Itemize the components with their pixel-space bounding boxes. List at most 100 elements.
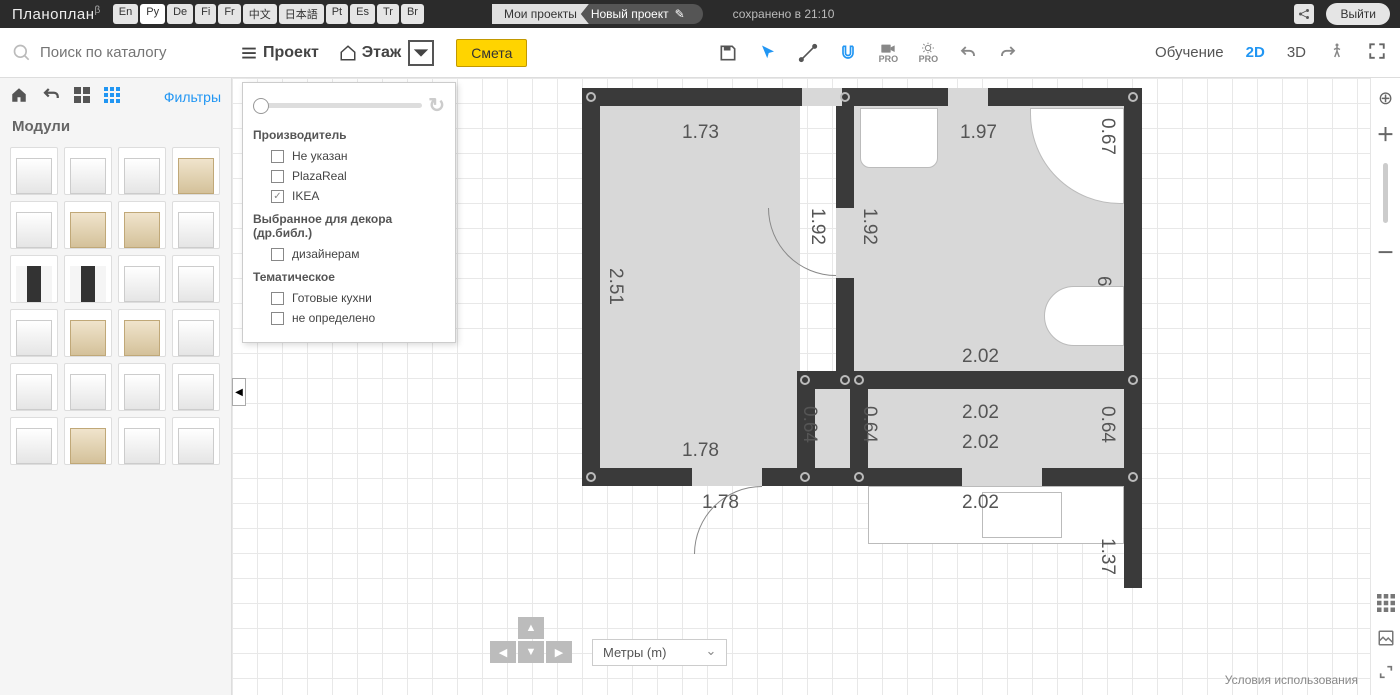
module-thumb[interactable] <box>64 417 112 465</box>
breadcrumb-projects[interactable]: Мои проекты <box>492 4 589 24</box>
module-thumb[interactable] <box>64 147 112 195</box>
project-menu[interactable]: Проект <box>230 44 329 62</box>
dim-label: 1.97 <box>960 122 997 144</box>
lang-fr[interactable]: Fr <box>218 4 240 24</box>
module-thumb[interactable] <box>64 309 112 357</box>
module-thumb[interactable] <box>10 417 58 465</box>
sidebar: Фильтры Модули <box>0 78 232 695</box>
training-link[interactable]: Обучение <box>1155 44 1224 61</box>
module-thumb[interactable] <box>10 309 58 357</box>
module-thumb[interactable] <box>172 417 220 465</box>
lang-fi[interactable]: Fi <box>195 4 216 24</box>
lang-br[interactable]: Br <box>401 4 424 24</box>
lang-ja[interactable]: 日本語 <box>279 4 324 24</box>
nav-up[interactable]: ▲ <box>518 617 544 639</box>
lang-es[interactable]: Es <box>350 4 375 24</box>
lang-zh[interactable]: 中文 <box>243 4 277 24</box>
module-thumb[interactable] <box>118 255 166 303</box>
filter-slider[interactable] <box>253 103 422 108</box>
lang-en[interactable]: En <box>113 4 138 24</box>
filter-check-unspecified[interactable]: Не указан <box>253 146 445 166</box>
estimate-button[interactable]: Смета <box>456 39 527 67</box>
module-thumb[interactable] <box>64 201 112 249</box>
filter-check-kitchens[interactable]: Готовые кухни <box>253 288 445 308</box>
image-icon[interactable] <box>1377 629 1395 652</box>
nav-left[interactable]: ◀ <box>490 641 516 663</box>
module-thumb[interactable] <box>118 363 166 411</box>
wall-tool-icon[interactable] <box>797 42 819 64</box>
grid-small-icon[interactable] <box>104 87 120 108</box>
canvas[interactable]: ↻ Производитель Не указан PlazaReal ✓IKE… <box>232 78 1400 695</box>
zoom-in-icon[interactable]: ＋ <box>1377 121 1395 147</box>
back-icon[interactable] <box>42 86 60 109</box>
view-3d-button[interactable]: 3D <box>1287 44 1306 61</box>
light-pro-icon[interactable]: PRO <box>917 42 939 64</box>
module-thumb[interactable] <box>118 147 166 195</box>
main: Фильтры Модули <box>0 78 1400 695</box>
magnet-icon[interactable] <box>837 42 859 64</box>
logo: Планопланβ <box>0 5 113 23</box>
filter-check-plazareal[interactable]: PlazaReal <box>253 166 445 186</box>
zoom-out-icon[interactable]: － <box>1377 239 1395 265</box>
refresh-icon[interactable]: ↻ <box>428 93 445 118</box>
module-thumb[interactable] <box>118 309 166 357</box>
filter-section-decor: Выбранное для декора (др.библ.) <box>253 212 445 240</box>
lang-pt[interactable]: Pt <box>326 4 348 24</box>
panel-collapse-icon[interactable]: ◀ <box>232 378 246 406</box>
module-thumb[interactable] <box>10 363 58 411</box>
dim-label: 2.51 <box>604 268 626 305</box>
breadcrumb-current[interactable]: Новый проект✎ <box>581 4 703 24</box>
module-thumb[interactable] <box>64 255 112 303</box>
lang-de[interactable]: De <box>167 4 193 24</box>
terms-link[interactable]: Условия использования <box>1225 673 1358 687</box>
units-select[interactable]: Метры (m) <box>592 639 727 666</box>
module-thumb[interactable] <box>118 201 166 249</box>
camera-pro-icon[interactable]: PRO <box>877 42 899 64</box>
module-thumb[interactable] <box>172 255 220 303</box>
filter-check-designers[interactable]: дизайнерам <box>253 244 445 264</box>
filter-check-ikea[interactable]: ✓IKEA <box>253 186 445 206</box>
sink-fixture[interactable] <box>860 108 938 168</box>
pointer-tool-icon[interactable] <box>757 42 779 64</box>
module-thumb[interactable] <box>64 363 112 411</box>
module-thumb[interactable] <box>172 201 220 249</box>
pencil-icon[interactable]: ✎ <box>675 7 685 21</box>
save-icon[interactable] <box>717 42 739 64</box>
save-status: сохранено в 21:10 <box>733 7 835 21</box>
module-thumb[interactable] <box>172 363 220 411</box>
walk-icon[interactable] <box>1328 41 1346 65</box>
expand-icon[interactable] <box>1378 664 1394 685</box>
search-input[interactable] <box>40 44 210 61</box>
module-thumb[interactable] <box>172 147 220 195</box>
redo-icon[interactable] <box>997 42 1019 64</box>
exit-button[interactable]: Выйти <box>1326 3 1390 25</box>
floor-menu[interactable]: Этаж <box>329 40 444 66</box>
grid-view-icon[interactable] <box>1377 594 1395 617</box>
share-icon[interactable] <box>1294 4 1314 24</box>
breadcrumb: Мои проекты Новый проект✎ <box>492 4 703 24</box>
filter-check-undefined[interactable]: не определено <box>253 308 445 328</box>
module-thumb[interactable] <box>10 255 58 303</box>
nav-right[interactable]: ▶ <box>546 641 572 663</box>
home-icon[interactable] <box>10 86 28 109</box>
module-thumb[interactable] <box>118 417 166 465</box>
lang-tr[interactable]: Tr <box>377 4 399 24</box>
language-switcher: En Ру De Fi Fr 中文 日本語 Pt Es Tr Br <box>113 4 424 24</box>
dim-label: 2.02 <box>962 402 999 424</box>
dim-label: 1.78 <box>682 440 719 462</box>
module-thumb[interactable] <box>172 309 220 357</box>
module-thumb[interactable] <box>10 147 58 195</box>
lang-ru[interactable]: Ру <box>140 4 165 24</box>
filter-panel: ↻ Производитель Не указан PlazaReal ✓IKE… <box>242 82 456 343</box>
nav-down[interactable]: ▼ <box>518 641 544 663</box>
target-icon[interactable]: ⊕ <box>1378 88 1393 109</box>
view-2d-button[interactable]: 2D <box>1246 44 1265 61</box>
floor-dropdown-icon[interactable] <box>408 40 434 66</box>
filters-link[interactable]: Фильтры <box>164 89 221 105</box>
fullscreen-icon[interactable] <box>1368 42 1386 64</box>
toilet-fixture[interactable] <box>1044 286 1124 346</box>
undo-icon[interactable] <box>957 42 979 64</box>
zoom-slider[interactable] <box>1383 163 1388 223</box>
module-thumb[interactable] <box>10 201 58 249</box>
grid-large-icon[interactable] <box>74 87 90 108</box>
